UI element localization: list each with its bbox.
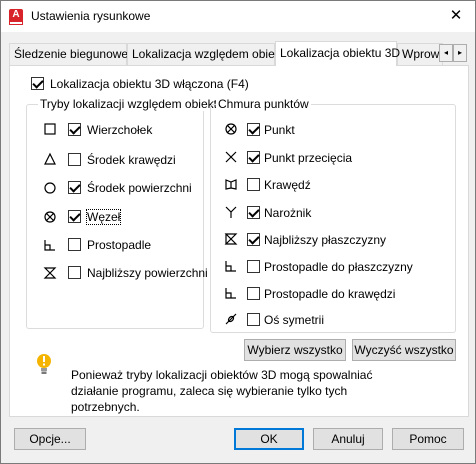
- ok-button[interactable]: OK: [234, 428, 304, 450]
- intersection-checkbox[interactable]: [247, 151, 260, 164]
- square-icon: [44, 123, 56, 135]
- info-message: Ponieważ tryby lokalizacji obiektów 3D m…: [71, 368, 373, 414]
- center-face-label: Środek powierzchni: [87, 181, 192, 195]
- nearest-plane-checkbox[interactable]: [247, 233, 260, 246]
- nearest-surface-checkbox[interactable]: [68, 266, 81, 279]
- cancel-button[interactable]: Anuluj: [313, 428, 383, 450]
- tab-dynamic-input[interactable]: Wprow: [397, 43, 443, 65]
- midpoint-edge-label: Środek krawędzi: [87, 153, 176, 167]
- midpoint-edge-checkbox[interactable]: [68, 153, 81, 166]
- tab-3d-object-snap[interactable]: Lokalizacja obiektu 3D: [275, 41, 400, 66]
- edge-label: Krawędź: [264, 178, 311, 192]
- centerline-label: Oś symetrii: [264, 313, 324, 327]
- nearest-surface-label: Najbliższy powierzchni: [87, 266, 208, 280]
- tab-scroll-right-button[interactable]: ▸: [453, 44, 467, 62]
- centerline-checkbox[interactable]: [247, 313, 260, 326]
- tab-bar: Śledzenie biegunowe Lokalizacja względem…: [9, 41, 469, 66]
- node-icon: [44, 211, 56, 223]
- help-button[interactable]: Pomoc: [392, 428, 464, 450]
- point-label: Punkt: [264, 123, 295, 137]
- corner-label: Narożnik: [264, 206, 312, 220]
- hourglass-icon: [224, 233, 238, 245]
- edge-checkbox[interactable]: [247, 178, 260, 191]
- title-bar: A Ustawienia rysunkowe ✕: [1, 1, 475, 32]
- dialog-window: A Ustawienia rysunkowe ✕ Śledzenie biegu…: [0, 0, 476, 464]
- vertex-checkbox[interactable]: [68, 123, 81, 136]
- center-face-checkbox[interactable]: [68, 181, 81, 194]
- knot-label: Węzeł: [85, 209, 122, 225]
- perpendicular-icon: [225, 261, 236, 272]
- object-snap-modes-title: Tryby lokalizacji względem obiektu: [38, 97, 226, 111]
- intersection-label: Punkt przecięcia: [264, 151, 353, 165]
- corner-checkbox[interactable]: [247, 206, 260, 219]
- axis-icon: [225, 313, 237, 325]
- edge-icon: [225, 179, 237, 190]
- perpendicular-label: Prostopadle: [87, 238, 152, 252]
- tab-polar-tracking[interactable]: Śledzenie biegunowe: [9, 43, 128, 65]
- close-button[interactable]: ✕: [445, 5, 467, 27]
- perpendicular-to-plane-label: Prostopadle do płaszczyzny: [264, 260, 413, 274]
- select-all-button[interactable]: Wybierz wszystko: [244, 339, 346, 361]
- perpendicular-to-plane-checkbox[interactable]: [247, 260, 260, 273]
- window-title: Ustawienia rysunkowe: [31, 9, 151, 23]
- perpendicular-icon: [44, 240, 55, 251]
- hourglass-icon: [43, 267, 57, 279]
- tab-panel: Lokalizacja obiektu 3D włączona (F4) Try…: [9, 65, 469, 417]
- y-corner-icon: [225, 206, 237, 218]
- vertex-label: Wierzchołek: [87, 123, 153, 137]
- perpendicular-to-edge-checkbox[interactable]: [247, 287, 260, 300]
- autocad-logo-icon: A: [9, 9, 23, 25]
- perpendicular-checkbox[interactable]: [68, 238, 81, 251]
- perpendicular-to-edge-label: Prostopadle do krawędzi: [264, 287, 396, 301]
- perpendicular-icon: [225, 288, 236, 299]
- circle-icon: [44, 182, 56, 194]
- point-cloud-title: Chmura punktów: [216, 97, 311, 111]
- tab-scroll-left-button[interactable]: ◂: [439, 44, 453, 62]
- lightbulb-icon: [37, 354, 51, 374]
- options-button[interactable]: Opcje...: [14, 428, 86, 450]
- enable-3d-osnap-label: Lokalizacja obiektu 3D włączona (F4): [50, 77, 249, 91]
- cross-icon: [225, 151, 237, 163]
- knot-checkbox[interactable]: [68, 210, 81, 223]
- nearest-plane-label: Najbliższy płaszczyzny: [264, 233, 387, 247]
- node-icon: [225, 123, 237, 135]
- point-checkbox[interactable]: [247, 123, 260, 136]
- tab-object-snap[interactable]: Lokalizacja względem obiektu: [127, 43, 291, 65]
- enable-3d-osnap-checkbox[interactable]: [31, 77, 44, 90]
- clear-all-button[interactable]: Wyczyść wszystko: [352, 339, 456, 361]
- triangle-icon: [44, 152, 56, 165]
